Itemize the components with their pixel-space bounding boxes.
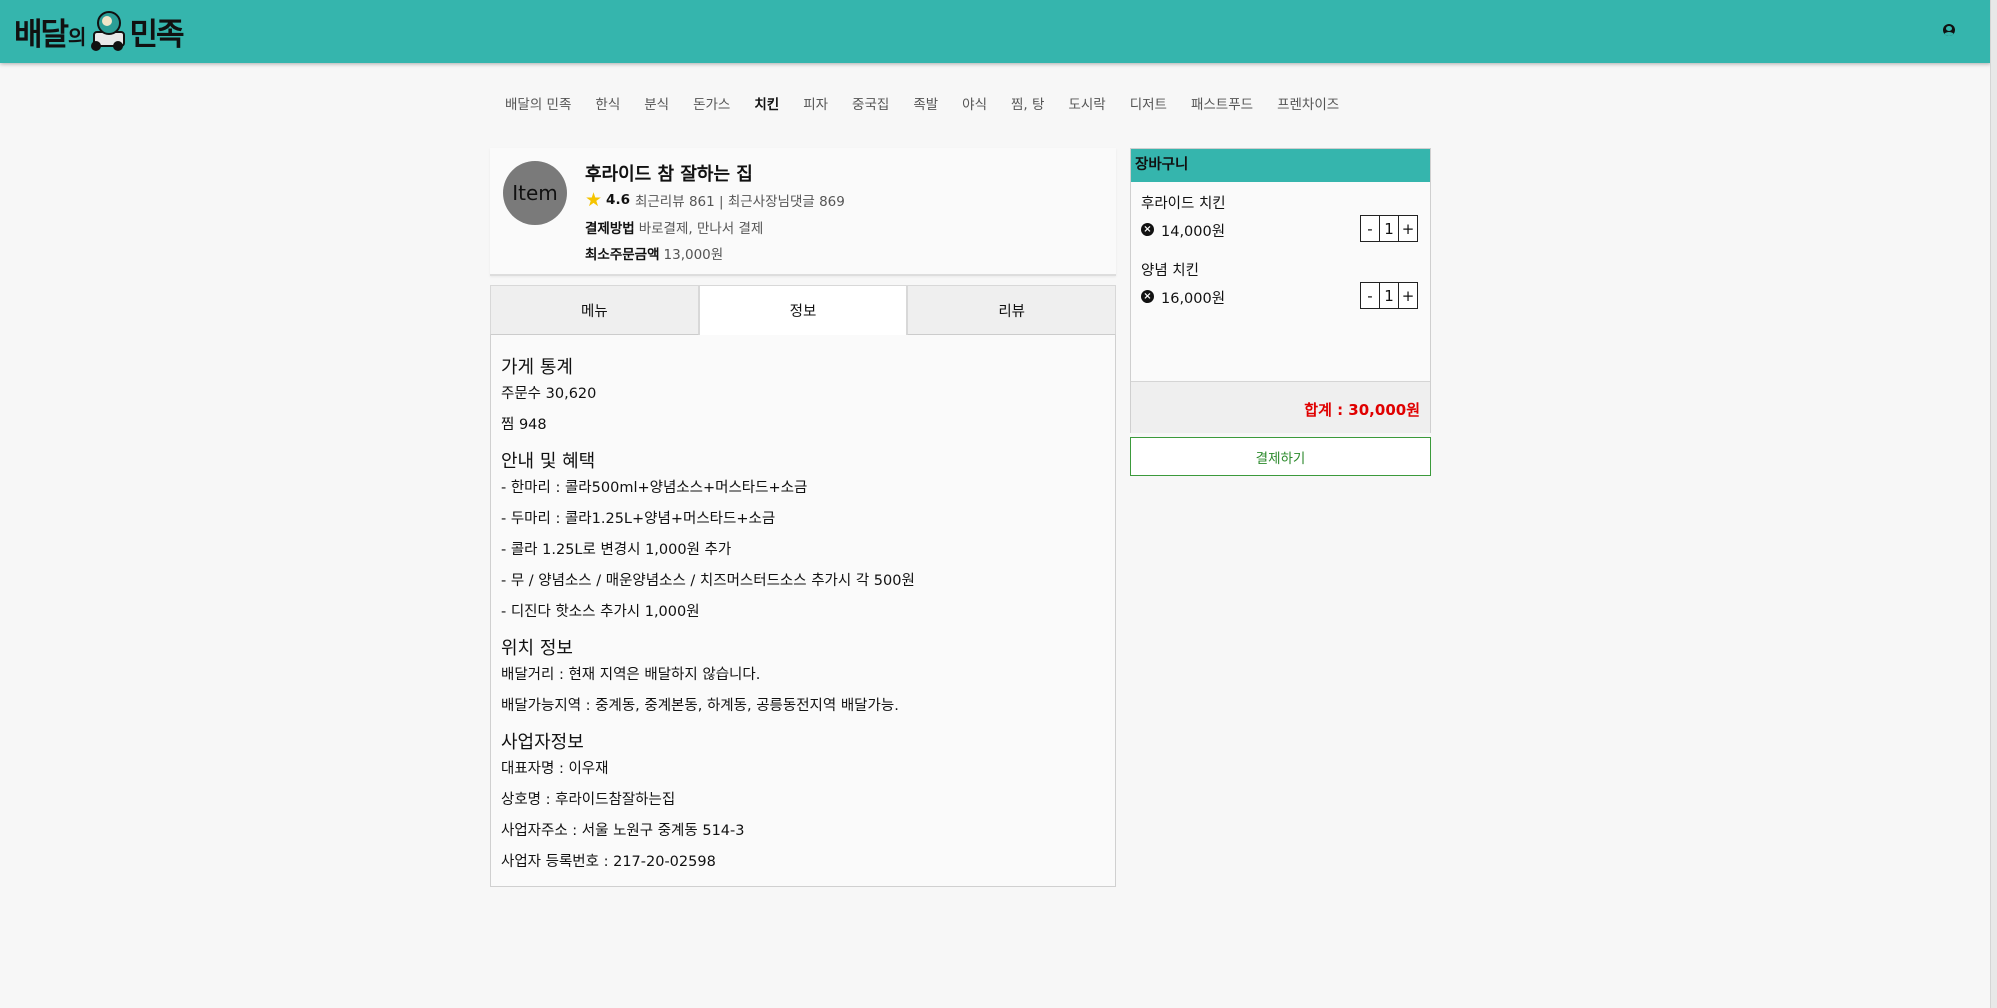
cart-total-amount: 합계 : 30,000원 (1304, 401, 1420, 419)
delivery-distance: 배달거리 : 현재 지역은 배달하지 않습니다. (501, 667, 761, 683)
increase-button[interactable]: + (1398, 215, 1418, 242)
increase-button[interactable]: + (1398, 282, 1418, 309)
logo[interactable]: 배달 의 민족 (14, 6, 185, 56)
nav-item-dessert[interactable]: 디저트 (1118, 94, 1179, 116)
decrease-button[interactable]: - (1360, 282, 1380, 309)
business-name: 상호명 : 후라이드참잘하는집 (501, 792, 676, 808)
user-account-icon[interactable] (1943, 24, 1955, 36)
minimum-order: 최소주문금액 13,000원 (585, 243, 723, 263)
delivery-area: 배달가능지역 : 중계동, 중계본동, 하계동, 공릉동전지역 배달가능. (501, 698, 899, 714)
nav-item-pizza[interactable]: 피자 (791, 94, 840, 116)
review-count: 최근리뷰 861 | 최근사장님댓글 869 (634, 194, 845, 210)
tab-menu[interactable]: 메뉴 (490, 285, 699, 335)
cart-item-name: 양념 치킨 (1141, 263, 1199, 279)
star-icon: ★ (585, 188, 603, 211)
benefit-title: 안내 및 혜택 (501, 451, 596, 472)
quantity-value: 1 (1379, 215, 1399, 242)
nav-item-chinese[interactable]: 중국집 (840, 94, 901, 116)
scrollbar[interactable] (1990, 0, 1997, 1008)
store-name: 후라이드 참 잘하는 집 (585, 164, 753, 185)
nav-item-cutlet[interactable]: 돈가스 (681, 94, 742, 116)
checkout-button[interactable]: 결제하기 (1130, 437, 1431, 476)
store-card: Item 후라이드 참 잘하는 집 ★ 4.6 최근리뷰 861 | 최근사장님… (490, 148, 1116, 276)
quantity-value: 1 (1379, 282, 1399, 309)
payment-label: 결제방법 (585, 221, 635, 237)
nav-item-korean[interactable]: 한식 (583, 94, 632, 116)
mascot-icon (87, 9, 127, 53)
remove-icon[interactable]: × (1141, 290, 1154, 303)
minimum-order-label: 최소주문금액 (585, 247, 660, 263)
business-title: 사업자정보 (501, 732, 584, 753)
nav-item-chicken[interactable]: 치킨 (742, 94, 791, 116)
cart-item: 후라이드 치킨 × 14,000원 - 1 + (1131, 182, 1430, 249)
store-avatar: Item (503, 161, 567, 225)
logo-text-baedal: 배달 (14, 16, 69, 53)
order-count: 주문수 30,620 (501, 386, 597, 402)
cart-item-name: 후라이드 치킨 (1141, 196, 1226, 212)
logo-text-ui: 의 (68, 24, 86, 49)
nav-item-stew[interactable]: 찜, 탕 (999, 94, 1056, 116)
benefit-line: - 두마리 : 콜라1.25L+양념+머스타드+소금 (501, 511, 776, 527)
tab-info[interactable]: 정보 (698, 285, 908, 335)
favorite-count: 찜 948 (501, 417, 547, 433)
nav-item-snack[interactable]: 분식 (632, 94, 681, 116)
cart-item: 양념 치킨 × 16,000원 - 1 + (1131, 249, 1430, 316)
nav-item-fastfood[interactable]: 패스트푸드 (1179, 94, 1265, 116)
category-nav: 배달의 민족 한식 분식 돈가스 치킨 피자 중국집 족발 야식 찜, 탕 도시… (493, 94, 1351, 116)
info-panel: 가게 통계 주문수 30,620 찜 948 안내 및 혜택 - 한마리 : 콜… (490, 335, 1116, 887)
owner-name: 대표자명 : 이우재 (501, 761, 609, 777)
benefit-line: - 콜라 1.25L로 변경시 1,000원 추가 (501, 542, 732, 558)
cart-total: 합계 : 30,000원 (1131, 381, 1430, 433)
location-title: 위치 정보 (501, 638, 573, 659)
nav-item-late-night[interactable]: 야식 (950, 94, 999, 116)
nav-item-franchise[interactable]: 프렌차이즈 (1265, 94, 1351, 116)
tab-review[interactable]: 리뷰 (907, 285, 1117, 335)
business-address: 사업자주소 : 서울 노원구 중계동 514-3 (501, 823, 745, 839)
cart: 장바구니 후라이드 치킨 × 14,000원 - 1 + 양념 치킨 × 16,… (1130, 148, 1431, 433)
benefit-line: - 무 / 양념소스 / 매운양념소스 / 치즈머스터드소스 추가시 각 500… (501, 573, 915, 589)
benefit-line: - 한마리 : 콜라500ml+양념소스+머스타드+소금 (501, 480, 808, 496)
rating-value: 4.6 (606, 192, 630, 208)
cart-item-price: 14,000원 (1161, 224, 1226, 240)
benefit-line: - 디진다 핫소스 추가시 1,000원 (501, 604, 700, 620)
remove-icon[interactable]: × (1141, 223, 1154, 236)
logo-text-minjok: 민족 (129, 16, 184, 53)
nav-item-lunchbox[interactable]: 도시락 (1056, 94, 1117, 116)
nav-item-jokbal[interactable]: 족발 (901, 94, 950, 116)
nav-item-baemin[interactable]: 배달의 민족 (493, 94, 583, 116)
payment-value: 바로결제, 만나서 결제 (638, 221, 764, 237)
business-reg-number: 사업자 등록번호 : 217-20-02598 (501, 854, 716, 870)
top-header: 배달 의 민족 (0, 0, 1991, 63)
quantity-stepper: - 1 + (1360, 282, 1418, 309)
store-tabs: 메뉴 정보 리뷰 (490, 285, 1117, 335)
cart-title: 장바구니 (1131, 149, 1430, 182)
store-rating: ★ 4.6 최근리뷰 861 | 최근사장님댓글 869 (585, 190, 845, 210)
decrease-button[interactable]: - (1360, 215, 1380, 242)
cart-item-price: 16,000원 (1161, 291, 1226, 307)
minimum-order-value: 13,000원 (663, 247, 724, 263)
quantity-stepper: - 1 + (1360, 215, 1418, 242)
payment-method: 결제방법 바로결제, 만나서 결제 (585, 217, 763, 237)
stats-title: 가게 통계 (501, 357, 573, 378)
